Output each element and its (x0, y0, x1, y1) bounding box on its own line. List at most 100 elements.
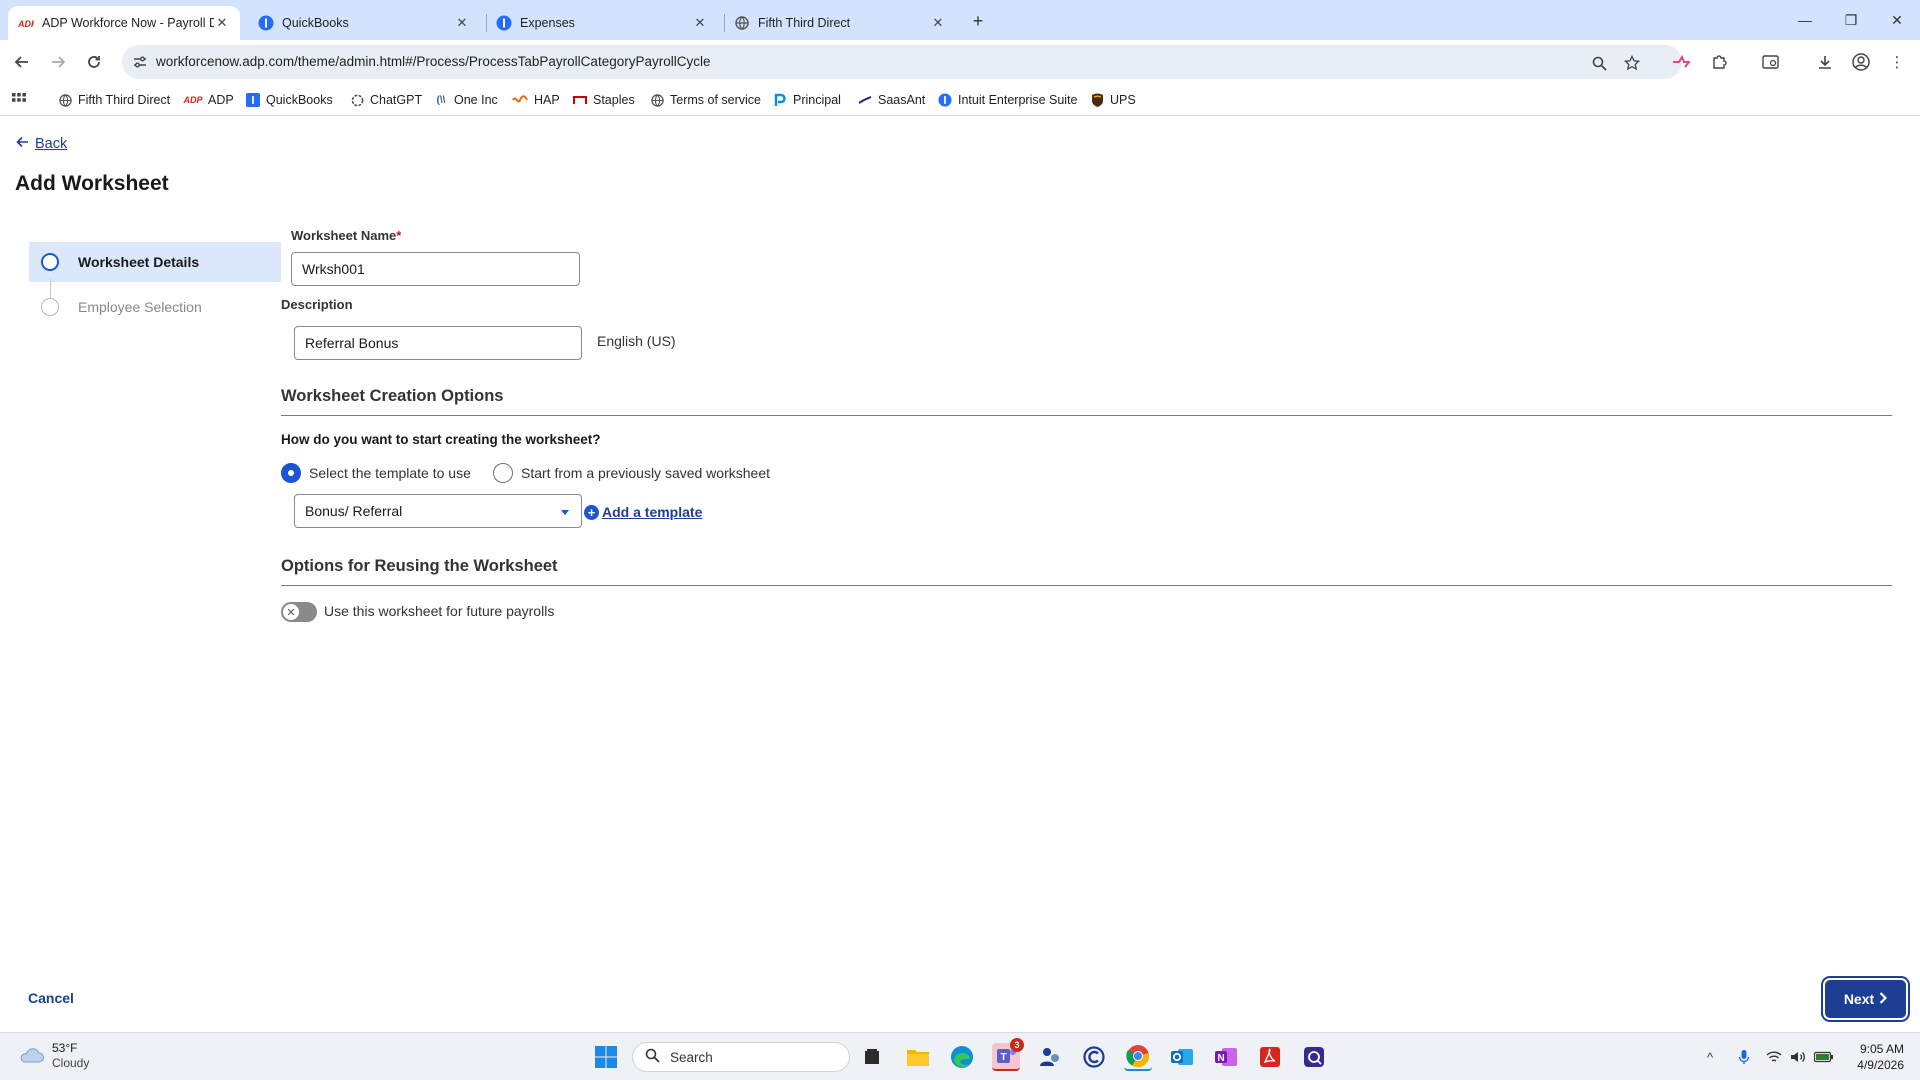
more-menu-icon[interactable]: ⋮ (1886, 51, 1908, 73)
extensions-puzzle-icon[interactable] (1708, 51, 1730, 73)
bookmark-label: One Inc (454, 93, 498, 107)
worksheet-name-input[interactable]: Wrksh001 (291, 252, 580, 286)
browser-tab-strip: ADP ADP Workforce Now - Payroll D ✕ Quic… (0, 0, 1920, 40)
bookmark-star-icon[interactable] (1623, 54, 1641, 72)
bookmark-fifth-third-direct[interactable]: Fifth Third Direct (58, 92, 170, 108)
bookmark-label: QuickBooks (266, 93, 333, 107)
radio-select-template-label[interactable]: Select the template to use (309, 465, 471, 481)
close-tab-icon[interactable]: ✕ (930, 15, 946, 31)
address-bar[interactable]: workforcenow.adp.com/theme/admin.html#/P… (122, 45, 1682, 79)
step-label-worksheet-details: Worksheet Details (78, 254, 200, 270)
zoom-icon[interactable] (1590, 54, 1608, 72)
page-title: Add Worksheet (15, 172, 169, 195)
outlook-icon[interactable] (1168, 1043, 1196, 1071)
language-label: English (US) (597, 333, 676, 349)
tab-search-icon[interactable] (1760, 51, 1782, 73)
close-tab-icon[interactable]: ✕ (692, 15, 708, 31)
back-arrow-icon[interactable] (8, 48, 36, 76)
task-view-icon[interactable] (858, 1043, 886, 1071)
close-tab-icon[interactable]: ✕ (454, 15, 470, 31)
bookmark-chatgpt[interactable]: ChatGPT (350, 92, 422, 108)
teams-icon[interactable]: T 3 (992, 1038, 1024, 1071)
cancel-button[interactable]: Cancel (28, 990, 74, 1006)
svg-text:N: N (1218, 1053, 1225, 1064)
template-select[interactable]: Bonus/ Referral (294, 494, 582, 528)
taskbar-search-placeholder: Search (670, 1049, 713, 1065)
creation-question: How do you want to start creating the wo… (281, 432, 601, 447)
required-asterisk: * (396, 228, 402, 243)
site-settings-icon[interactable] (132, 54, 148, 70)
bookmark-adp[interactable]: ADP ADP (184, 92, 234, 108)
onenote-icon[interactable]: N (1212, 1043, 1240, 1071)
snipping-tool-icon[interactable] (1300, 1043, 1328, 1071)
tab-fifth-third-direct[interactable]: Fifth Third Direct ✕ (724, 6, 956, 40)
close-tab-icon[interactable]: ✕ (214, 15, 230, 31)
tab-adp-workforce-now[interactable]: ADP ADP Workforce Now - Payroll D ✕ (8, 6, 240, 40)
tab-quickbooks[interactable]: QuickBooks ✕ (248, 6, 480, 40)
section-divider (281, 415, 1892, 416)
bookmark-one-inc[interactable]: (\\ One Inc (434, 92, 498, 108)
forward-arrow-icon[interactable] (44, 48, 72, 76)
bookmark-label: Principal (793, 93, 841, 107)
people-app-icon[interactable] (1036, 1043, 1064, 1071)
extension-arrow-icon[interactable] (1670, 51, 1692, 73)
close-window-icon[interactable]: ✕ (1874, 0, 1920, 40)
bookmark-intuit-enterprise-suite[interactable]: Intuit Enterprise Suite (938, 92, 1078, 108)
windows-start-icon[interactable] (592, 1043, 620, 1071)
step-indicator-active (41, 253, 59, 271)
back-link[interactable]: Back (16, 136, 67, 152)
next-button[interactable]: Next (1825, 980, 1906, 1018)
arrow-left-icon (16, 136, 29, 152)
bookmark-staples[interactable]: Staples (573, 92, 635, 108)
tab-title: Expenses (520, 16, 575, 30)
profile-avatar-icon[interactable] (1850, 51, 1872, 73)
bookmark-saasant[interactable]: SaasAnt (858, 92, 925, 108)
radio-previously-saved[interactable] (493, 463, 513, 483)
reuse-worksheet-toggle[interactable]: ✕ (281, 602, 317, 622)
microphone-icon[interactable] (1734, 1047, 1754, 1067)
battery-icon[interactable] (1814, 1047, 1834, 1067)
weather-widget[interactable]: 53°F Cloudy (18, 1041, 89, 1071)
restore-icon[interactable]: ❐ (1828, 0, 1874, 40)
creation-options-heading: Worksheet Creation Options (281, 387, 504, 405)
section-divider (281, 585, 1892, 586)
new-tab-icon[interactable]: + (966, 9, 990, 33)
copilot-c-icon[interactable] (1080, 1043, 1108, 1071)
chevron-right-icon (1879, 991, 1888, 1007)
svg-text:ADP: ADP (18, 19, 34, 28)
description-label: Description (281, 297, 353, 312)
radio-select-template[interactable] (281, 463, 301, 483)
chevron-up-icon[interactable]: ^ (1700, 1047, 1720, 1067)
taskbar-search[interactable]: Search (632, 1042, 850, 1072)
browser-toolbar: workforcenow.adp.com/theme/admin.html#/P… (0, 40, 1920, 84)
bookmark-quickbooks[interactable]: QuickBooks (246, 92, 333, 108)
apps-grid-icon[interactable] (12, 92, 26, 108)
bookmark-label: UPS (1110, 93, 1136, 107)
caret-down-icon (561, 510, 569, 515)
speaker-icon[interactable] (1788, 1047, 1808, 1067)
add-template-link[interactable]: + Add a template (584, 504, 702, 520)
step-indicator-inactive (41, 298, 59, 316)
bookmark-label: HAP (534, 93, 560, 107)
reload-icon[interactable] (80, 48, 108, 76)
download-icon[interactable] (1814, 51, 1836, 73)
bookmark-ups[interactable]: UPS (1090, 92, 1136, 108)
chatgpt-logo-icon (350, 93, 364, 107)
acrobat-icon[interactable] (1256, 1043, 1284, 1071)
bookmark-terms-of-service[interactable]: Terms of service (650, 92, 761, 108)
edge-browser-icon[interactable] (948, 1043, 976, 1071)
bookmark-principal[interactable]: Principal (773, 92, 841, 108)
radio-previously-saved-label[interactable]: Start from a previously saved worksheet (521, 465, 770, 481)
bookmark-hap[interactable]: HAP (512, 92, 560, 108)
chrome-icon[interactable] (1124, 1043, 1152, 1071)
tab-title: Fifth Third Direct (758, 16, 851, 30)
system-clock[interactable]: 9:05 AM 4/9/2026 (1840, 1041, 1904, 1073)
file-explorer-icon[interactable] (904, 1043, 932, 1071)
step-employee-selection[interactable]: Employee Selection (78, 299, 202, 315)
next-label: Next (1843, 991, 1875, 1007)
wifi-icon[interactable] (1764, 1047, 1784, 1067)
description-input[interactable]: Referral Bonus (294, 326, 582, 360)
tab-expenses[interactable]: Expenses ✕ (486, 6, 718, 40)
globe-icon (650, 93, 664, 107)
minimize-icon[interactable]: — (1782, 0, 1828, 40)
